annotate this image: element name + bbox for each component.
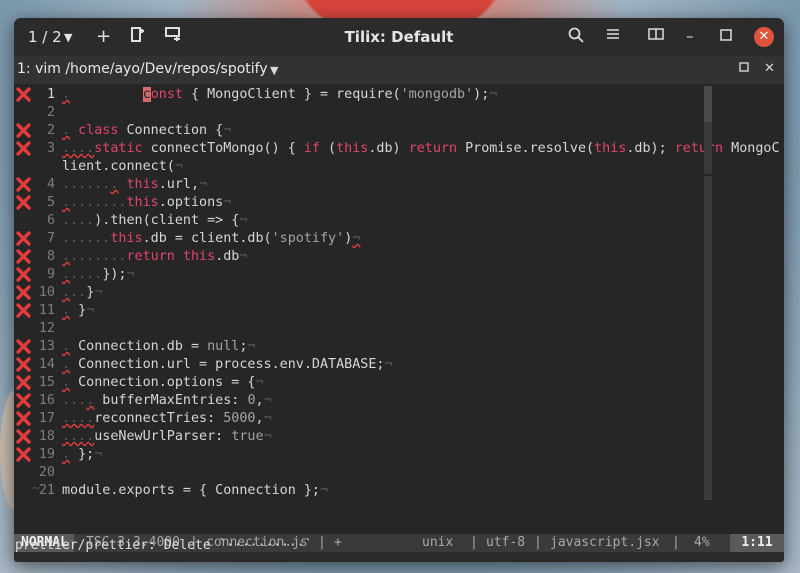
code-text: ........this.options¬	[62, 195, 232, 210]
encoding: utf-8	[486, 535, 526, 550]
vim-editor[interactable]: 1 . const { MongoClient } = require('mong…	[14, 84, 784, 534]
line-number: 14	[38, 357, 55, 372]
line-number: 15	[38, 375, 55, 390]
empty-line: ~	[14, 480, 714, 498]
code-text: . Connection.options = {¬	[62, 375, 264, 390]
code-text: ...}¬	[62, 285, 103, 300]
scrollbar[interactable]	[704, 86, 712, 500]
chevron-down-icon[interactable]: ▼	[270, 64, 278, 77]
title-bar: 1 / 2 ▼ + Tilix: Default – ✕	[14, 18, 784, 56]
code-line[interactable]: lient.connect(¬	[14, 158, 714, 176]
code-line[interactable]: 5 ........this.options¬	[14, 194, 714, 212]
code-line[interactable]: 1 . const { MongoClient } = require('mong…	[14, 86, 714, 104]
cursor-position: 1:11	[730, 534, 784, 552]
code-text: . const { MongoClient } = require('mongo…	[62, 87, 498, 102]
code-text: ........return this.db¬	[62, 249, 248, 264]
code-text: ....reconnectTries: 5000,¬	[62, 411, 272, 426]
code-line[interactable]: 2 . class Connection {¬	[14, 122, 714, 140]
terminal-title-bar: 1: vim /home/ayo/Dev/repos/spotify ▼ ✕	[14, 56, 784, 84]
line-number: 20	[38, 465, 55, 480]
code-line[interactable]: 2	[14, 104, 714, 122]
line-number: 8	[46, 249, 55, 264]
file-type: javascript.jsx	[550, 535, 660, 550]
code-text: .... bufferMaxEntries: 0,¬	[62, 393, 272, 408]
code-text: . };¬	[62, 447, 103, 462]
code-text: . Connection.db = null;¬	[62, 339, 256, 354]
code-text: .....});¬	[62, 267, 135, 282]
close-window-button[interactable]: ✕	[754, 27, 774, 47]
code-line[interactable]: 14 . Connection.url = process.env.DATABAS…	[14, 356, 714, 374]
code-line[interactable]: 13 . Connection.db = null;¬	[14, 338, 714, 356]
line-number: 4	[46, 177, 55, 192]
minimize-icon[interactable]: –	[686, 27, 694, 45]
scroll-percent: 4%	[694, 535, 710, 550]
separator: |	[470, 535, 478, 550]
code-line[interactable]: 16 .... bufferMaxEntries: 0,¬	[14, 392, 714, 410]
code-text: ......this.db = client.db('spotify')¬	[62, 231, 361, 246]
line-number: 13	[38, 339, 55, 354]
tilde-marker: ~	[32, 481, 41, 496]
line-number: 2	[46, 123, 55, 138]
code-text: ....... this.url,¬	[62, 177, 208, 192]
modified-flag: +	[334, 535, 342, 550]
code-line[interactable]: 12	[14, 320, 714, 338]
code-line[interactable]: 18 ....useNewUrlParser: true¬	[14, 428, 714, 446]
line-number: 12	[38, 321, 55, 336]
code-line[interactable]: 19 . };¬	[14, 446, 714, 464]
message-line: prettier/prettier: Delete `··········`	[14, 538, 784, 562]
file-format: unix	[422, 535, 454, 550]
line-number: 3	[46, 141, 55, 156]
line-number: 1	[46, 87, 55, 102]
code-line[interactable]: 3 ....static connectToMongo() { if (this.…	[14, 140, 780, 158]
close-terminal-icon[interactable]: ✕	[764, 61, 775, 76]
code-text: ....static connectToMongo() { if (this.d…	[62, 141, 780, 156]
line-number: 2	[46, 105, 55, 120]
sidebar-icon[interactable]	[648, 27, 664, 45]
line-number: 17	[38, 411, 55, 426]
code-text: ....).then(client => {¬	[62, 213, 248, 228]
line-number: 10	[38, 285, 55, 300]
code-line[interactable]: 8 ........return this.db¬	[14, 248, 714, 266]
code-line[interactable]: 4 ....... this.url,¬	[14, 176, 714, 194]
lint-message: prettier/prettier: Delete `··········`	[15, 538, 313, 553]
scrollbar-thumb[interactable]	[704, 86, 712, 122]
line-number: 18	[38, 429, 55, 444]
separator: |	[672, 535, 680, 550]
line-number: 11	[38, 303, 55, 318]
code-text: . Connection.url = process.env.DATABASE;…	[62, 357, 393, 372]
line-number: 7	[46, 231, 55, 246]
maximize-terminal-icon[interactable]	[739, 61, 749, 76]
code-text: ....useNewUrlParser: true¬	[62, 429, 272, 444]
code-line[interactable]: 6 ....).then(client => {¬	[14, 212, 714, 230]
code-line[interactable]: 9 .....});¬	[14, 266, 714, 284]
code-text: . }¬	[62, 303, 95, 318]
terminal-title[interactable]: 1: vim /home/ayo/Dev/repos/spotify	[17, 61, 268, 77]
line-number: 9	[46, 267, 55, 282]
code-text: lient.connect(¬	[62, 159, 183, 174]
code-line[interactable]: 11 . }¬	[14, 302, 714, 320]
code-text: . class Connection {¬	[62, 123, 232, 138]
window-title: Tilix: Default	[344, 28, 454, 46]
menu-icon[interactable]	[606, 27, 620, 45]
line-number: 6	[46, 213, 55, 228]
code-line[interactable]: 7 ......this.db = client.db('spotify')¬	[14, 230, 714, 248]
search-icon[interactable]	[568, 27, 584, 47]
separator: |	[534, 535, 542, 550]
line-number: 16	[38, 393, 55, 408]
code-line[interactable]: 17 ....reconnectTries: 5000,¬	[14, 410, 714, 428]
code-line[interactable]: 15 . Connection.options = {¬	[14, 374, 714, 392]
tilix-window: 1 / 2 ▼ + Tilix: Default – ✕ 1: vim /hom…	[14, 18, 784, 562]
maximize-icon[interactable]	[720, 27, 732, 45]
line-number: 5	[46, 195, 55, 210]
separator: |	[318, 535, 326, 550]
line-number: 19	[38, 447, 55, 462]
code-line[interactable]: 10 ...}¬	[14, 284, 714, 302]
